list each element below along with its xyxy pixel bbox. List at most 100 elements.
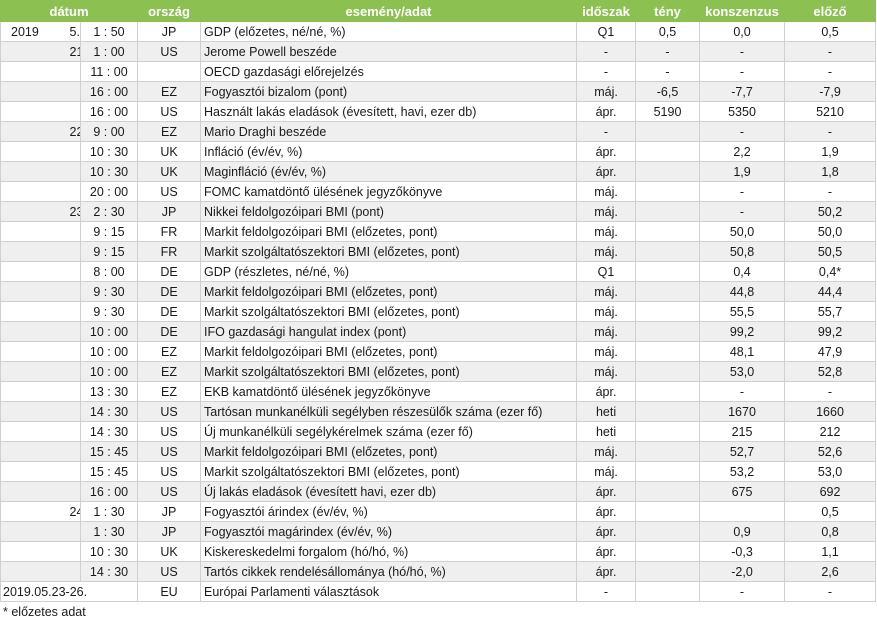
header-teny: tény [635,0,701,22]
previous-cell: 47,9 [784,341,877,362]
event-cell: Európai Parlamenti választások [200,581,578,602]
country-cell: EZ [137,381,202,402]
table-row: 9 : 15 FR Markit szolgáltatószektori BMI (… [0,241,877,262]
table-row: 8 : 00 DE GDP (részletes, né/né, %) Q1 0,4 0,… [0,261,877,282]
country-cell: EU [137,581,202,602]
previous-cell: - [784,41,877,62]
year-cell [0,381,67,402]
year-cell [0,521,67,542]
previous-cell: 50,2 [784,201,877,222]
economic-calendar-table: dátum ország esemény/adat időszak tény k… [0,0,877,602]
event-cell: EKB kamatdöntő ülésének jegyzőkönyve [200,381,578,402]
year-cell [0,441,67,462]
time-cell: 16 : 00 [79,101,139,122]
day-cell [66,381,81,402]
period-cell: máj. [576,181,637,202]
year-cell [0,161,67,182]
country-cell: EZ [137,81,202,102]
period-cell: máj. [576,201,637,222]
previous-cell: 0,8 [784,521,877,542]
time-cell: 11 : 00 [79,61,139,82]
previous-cell: - [784,381,877,402]
consensus-cell: 1,9 [699,161,786,182]
day-cell [66,321,81,342]
country-cell: US [137,461,202,482]
year-cell [0,341,67,362]
day-cell [66,181,81,202]
footnote: * előzetes adat [3,605,86,619]
time-cell: 16 : 00 [79,481,139,502]
consensus-cell: 50,8 [699,241,786,262]
event-cell: OECD gazdasági előrejelzés [200,61,578,82]
previous-cell: 2,6 [784,561,877,582]
consensus-cell: 53,0 [699,361,786,382]
consensus-cell: 0,4 [699,261,786,282]
day-cell [66,341,81,362]
day-cell [66,361,81,382]
actual-cell [635,421,701,442]
table-row: 9 : 30 DE Markit szolgáltatószektori BMI (… [0,301,877,322]
table-row: 9 : 15 FR Markit feldolgozóipari BMI (előz… [0,221,877,242]
table-row: 15 : 45 US Markit feldolgozóipari BMI (elő… [0,441,877,462]
previous-cell: 52,6 [784,441,877,462]
table-row: 24.1 : 30JPFogyasztói árindex (év/év, %)… [0,501,877,522]
event-cell: Jerome Powell beszéde [200,41,578,62]
time-cell: 9 : 30 [79,281,139,302]
consensus-cell: - [699,201,786,222]
year-cell [0,421,67,442]
consensus-cell: - [699,581,786,602]
table-row: 20 : 00 US FOMC kamatdöntő ülésének jegyző… [0,181,877,202]
table-row: 14 : 30 US Tartósan munkanélküli segélyben… [0,401,877,422]
period-cell: ápr. [576,141,637,162]
actual-cell [635,441,701,462]
period-cell: máj. [576,461,637,482]
day-cell [66,141,81,162]
actual-cell [635,201,701,222]
period-cell: Q1 [576,21,637,42]
country-cell: JP [137,521,202,542]
country-cell: DE [137,321,202,342]
event-cell: Markit feldolgozóipari BMI (előzetes, po… [200,441,578,462]
event-cell: GDP (előzetes, né/né, %) [200,21,578,42]
period-cell: máj. [576,281,637,302]
actual-cell [635,301,701,322]
time-cell: 9 : 15 [79,221,139,242]
day-cell [66,481,81,502]
actual-cell [635,581,701,602]
time-cell: 8 : 00 [79,261,139,282]
day-cell: 5. 20. [66,21,81,42]
year-cell [0,361,67,382]
event-cell: Markit feldolgozóipari BMI (előzetes, po… [200,221,578,242]
time-cell: 13 : 30 [79,381,139,402]
actual-cell [635,161,701,182]
header-elozo: előző [784,0,877,22]
period-cell: - [576,121,637,142]
consensus-cell [699,501,786,522]
period-cell: máj. [576,341,637,362]
event-cell: Tartósan munkanélküli segélyben részesül… [200,401,578,422]
event-cell: Infláció (év/év, %) [200,141,578,162]
time-cell: 16 : 00 [79,81,139,102]
period-cell: máj. [576,361,637,382]
actual-cell [635,521,701,542]
previous-cell: - [784,61,877,82]
previous-cell: 1,1 [784,541,877,562]
day-cell: 22. [66,121,81,142]
event-cell: Új lakás eladások (évesített havi, ezer … [200,481,578,502]
previous-cell: 99,2 [784,321,877,342]
event-cell: Markit szolgáltatószektori BMI (előzetes… [200,461,578,482]
header-row: dátum ország esemény/adat időszak tény k… [0,0,877,22]
period-cell: ápr. [576,521,637,542]
actual-cell: -6,5 [635,81,701,102]
day-cell [66,81,81,102]
time-cell: 15 : 45 [79,461,139,482]
day-cell [66,61,81,82]
country-cell: FR [137,241,202,262]
year-cell [0,501,67,522]
consensus-cell: 5350 [699,101,786,122]
table-row: 20195. 20.1 : 50JPGDP (előzetes, né/né, … [0,21,877,42]
table-row: 15 : 45 US Markit szolgáltatószektori BMI … [0,461,877,482]
actual-cell [635,561,701,582]
time-cell: 1 : 00 [79,41,139,62]
country-cell [137,61,202,82]
